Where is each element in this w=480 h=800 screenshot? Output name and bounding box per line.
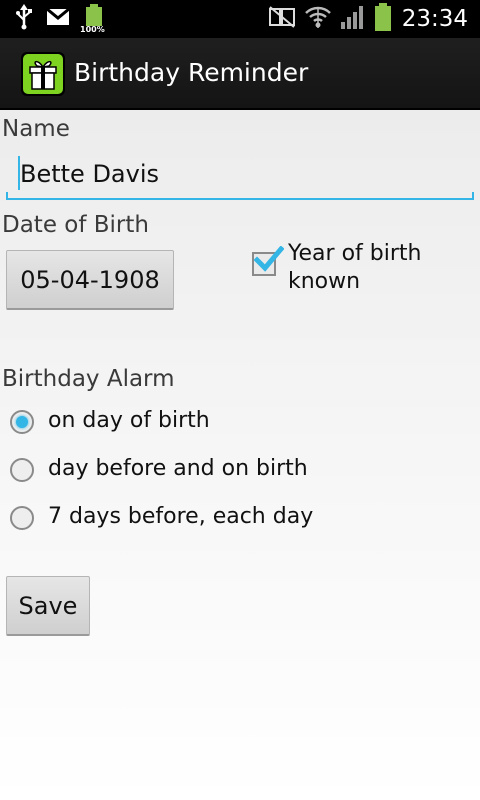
name-input-tick-right (472, 192, 474, 200)
battery-percent: 100% (80, 25, 105, 34)
nfc-icon (268, 5, 296, 33)
name-input-underline (6, 198, 474, 200)
name-input[interactable]: Bette Davis (6, 150, 474, 202)
action-bar: Birthday Reminder (0, 38, 480, 110)
name-input-tick-left (6, 192, 8, 200)
signal-icon (340, 4, 366, 34)
radio-label: 7 days before, each day (48, 504, 314, 529)
battery-icon (374, 3, 392, 35)
year-known-label: Year of birth known (288, 241, 422, 294)
radio-button-selected[interactable] (10, 410, 34, 434)
battery-full-icon: 100% (80, 4, 106, 34)
name-input-value: Bette Davis (20, 160, 160, 188)
clock: 23:34 (401, 6, 468, 32)
status-bar: 100% 23:34 (0, 0, 480, 38)
year-known-checkbox[interactable]: Year of birth known (250, 238, 470, 298)
birthday-form: Name Bette Davis Date of Birth 05-04-190… (0, 110, 480, 800)
status-bar-right: 23:34 (268, 0, 468, 38)
radio-7-days-before[interactable]: 7 days before, each day (8, 500, 468, 540)
radio-button[interactable] (10, 458, 34, 482)
birthday-alarm-label: Birthday Alarm (2, 366, 175, 392)
checkmark-icon (254, 246, 284, 272)
usb-icon (14, 4, 34, 34)
radio-day-before-and-on-birth[interactable]: day before and on birth (8, 452, 468, 492)
gmail-icon (46, 7, 70, 30)
gift-icon[interactable] (20, 51, 66, 97)
radio-label: day before and on birth (48, 456, 308, 481)
app-title: Birthday Reminder (74, 58, 309, 87)
date-of-birth-button[interactable]: 05-04-1908 (6, 250, 174, 310)
status-bar-left: 100% (14, 4, 106, 34)
radio-button[interactable] (10, 506, 34, 530)
save-button[interactable]: Save (6, 576, 90, 636)
name-label: Name (2, 116, 70, 142)
radio-on-day-of-birth[interactable]: on day of birth (8, 404, 468, 444)
radio-label: on day of birth (48, 408, 210, 433)
date-of-birth-label: Date of Birth (2, 212, 149, 238)
wifi-icon (304, 4, 332, 34)
